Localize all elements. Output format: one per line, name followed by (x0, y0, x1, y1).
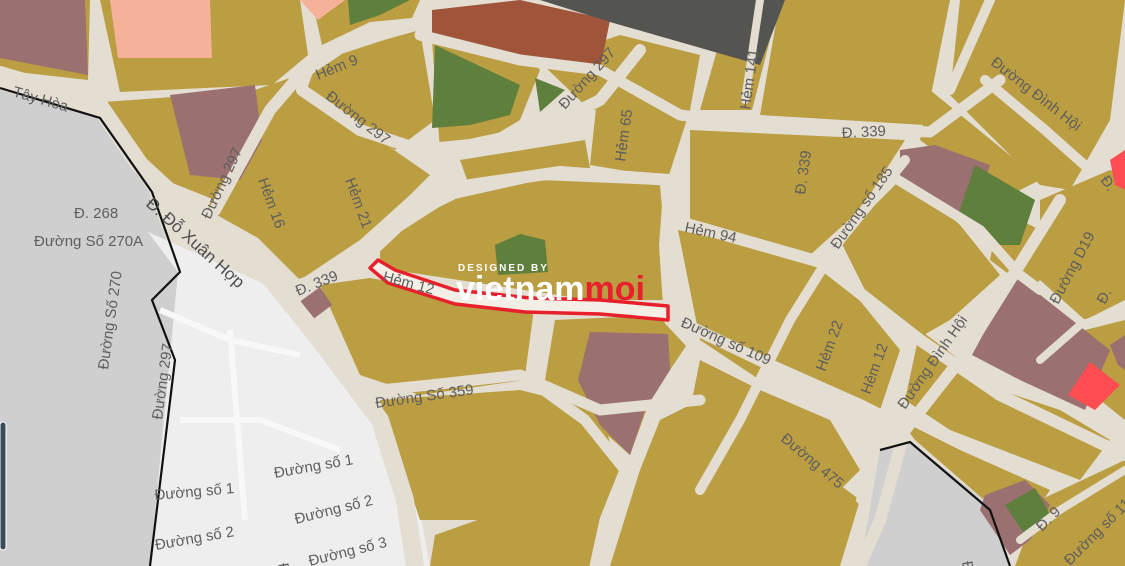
watermark: DESIGNED BY vietnammoi (456, 263, 645, 308)
watermark-brand: vietnammoi (456, 270, 645, 308)
peach-zone (110, 0, 212, 58)
watermark-brand-left: viet (456, 270, 515, 308)
street-label: Đ. 268 (74, 205, 118, 222)
street-label: Đường Số 270A (34, 233, 143, 250)
watermark-brand-mid: nam (515, 270, 585, 308)
street-label: Đ. 339 (841, 123, 886, 142)
watermark-brand-right: moi (585, 270, 645, 308)
thumbnail-edge[interactable] (0, 421, 7, 551)
planning-map[interactable]: Tây Hòa Hẻm 9 Đường 297 Đường 297 Đường … (0, 0, 1125, 566)
